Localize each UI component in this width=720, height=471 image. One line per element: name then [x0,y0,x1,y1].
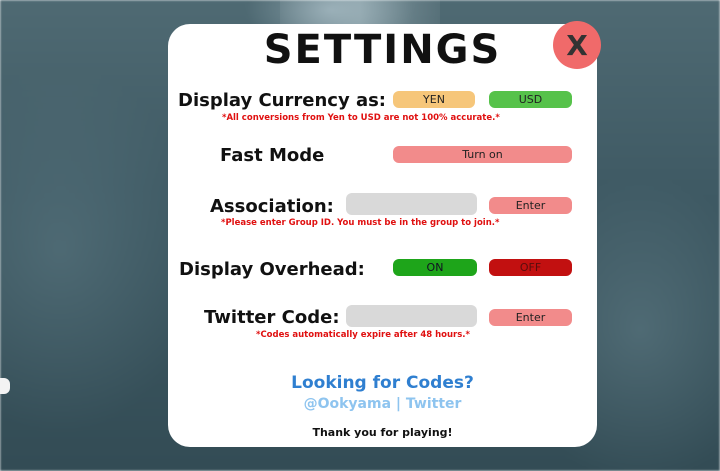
mouse-cursor-icon [0,378,10,394]
settings-title: SETTINGS [263,27,502,73]
codes-heading: Looking for Codes? [291,373,474,393]
close-icon: X [566,28,588,62]
fast-mode-button[interactable]: Turn on [393,146,572,163]
overhead-label: Display Overhead: [179,259,365,280]
association-note: *Please enter Group ID. You must be in t… [221,218,500,228]
usd-button[interactable]: USD [489,91,572,108]
twitter-code-note: *Codes automatically expire after 48 hou… [256,330,470,340]
twitter-enter-button[interactable]: Enter [489,309,572,326]
association-input[interactable] [346,193,477,215]
twitter-code-input[interactable] [346,305,477,327]
codes-twitter-link[interactable]: @Ookyama | Twitter [168,396,597,412]
association-enter-button[interactable]: Enter [489,197,572,214]
overhead-on-button[interactable]: ON [393,259,477,276]
currency-label: Display Currency as: [178,90,387,111]
association-label: Association: [210,196,334,217]
yen-button[interactable]: YEN [393,91,475,108]
currency-note: *All conversions from Yen to USD are not… [222,113,500,123]
overhead-off-button[interactable]: OFF [489,259,572,276]
thanks-text: Thank you for playing! [312,426,453,439]
close-button[interactable]: X [553,21,601,69]
fast-mode-label: Fast Mode [220,145,325,166]
twitter-code-label: Twitter Code: [204,307,340,328]
